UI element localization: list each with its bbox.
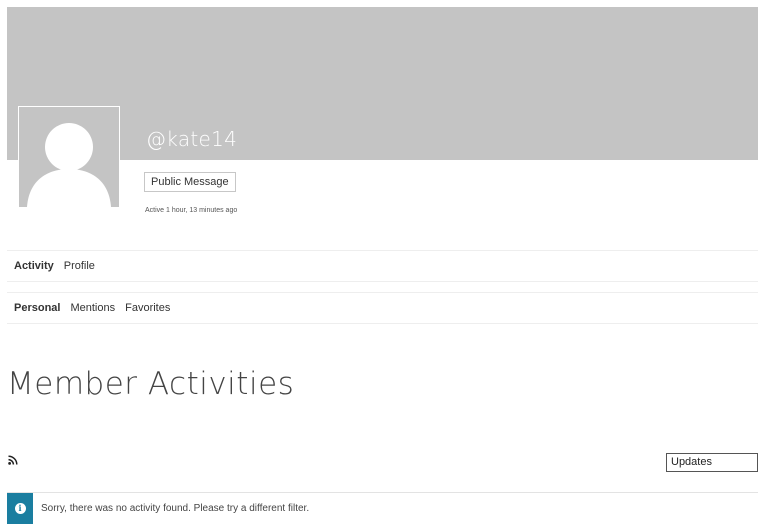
profile-username: @kate14 [146, 127, 238, 151]
sub-nav-item-favorites[interactable]: Favorites [125, 302, 170, 314]
info-notice: i Sorry, there was no activity found. Pl… [7, 492, 758, 524]
rss-icon[interactable] [8, 455, 18, 465]
activity-filter-select[interactable]: Updates [666, 453, 758, 472]
avatar[interactable] [18, 106, 120, 208]
activity-filter-value: Updates [671, 456, 712, 468]
last-active-text: Active 1 hour, 13 minutes ago [145, 207, 238, 214]
notice-text: Sorry, there was no activity found. Plea… [41, 503, 310, 514]
nav-item-profile[interactable]: Profile [64, 260, 95, 272]
sub-nav-item-mentions[interactable]: Mentions [70, 302, 115, 314]
sub-nav-item-personal[interactable]: Personal [14, 302, 60, 314]
activity-sub-nav: Personal Mentions Favorites [7, 292, 758, 324]
page-title: Member Activities [7, 366, 295, 402]
info-icon: i [7, 493, 33, 524]
primary-nav: Activity Profile [7, 250, 758, 282]
public-message-button[interactable]: Public Message [144, 172, 236, 192]
default-avatar-icon [27, 123, 111, 207]
nav-item-activity[interactable]: Activity [14, 260, 54, 272]
